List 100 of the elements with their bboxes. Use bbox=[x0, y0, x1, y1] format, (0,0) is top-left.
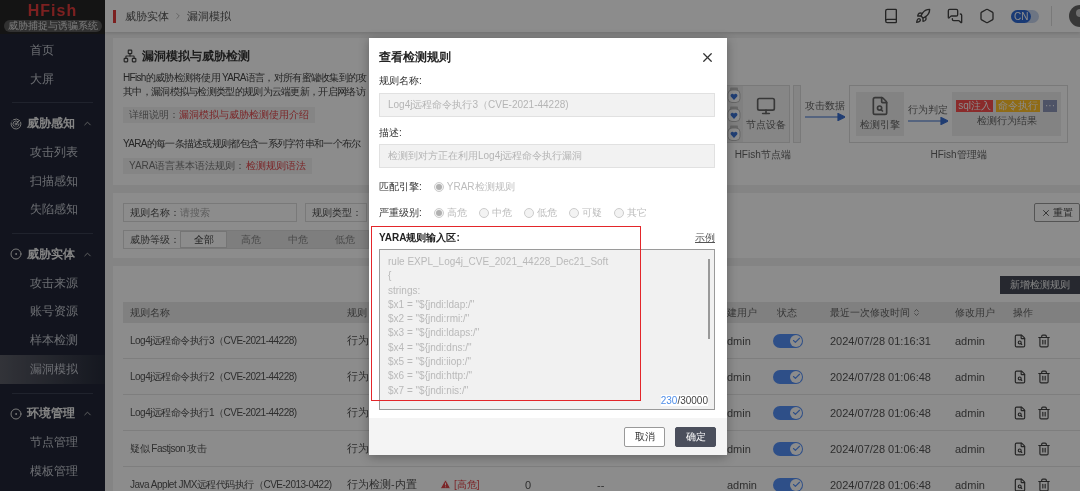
table-cell: 行为 bbox=[347, 369, 369, 384]
table-cell: admin bbox=[955, 406, 985, 419]
status-toggle[interactable] bbox=[773, 441, 803, 456]
table-cell: admin bbox=[955, 334, 985, 347]
flow-arrow bbox=[908, 117, 949, 125]
table-cell: dmin bbox=[727, 406, 751, 419]
field-label: YARA规则输入区: bbox=[379, 232, 460, 244]
close-icon bbox=[1041, 207, 1051, 218]
rule-type-select[interactable]: 规则类型： bbox=[305, 203, 367, 222]
cancel-button[interactable]: 取消 bbox=[624, 426, 665, 447]
column-header: 修改用户 bbox=[955, 305, 995, 320]
table-cell: 行为检测-内置 bbox=[347, 477, 417, 491]
table-cell: admin bbox=[955, 442, 985, 455]
check-icon bbox=[791, 408, 801, 417]
monitor-icon bbox=[756, 96, 777, 116]
description-text: HFish的威胁检测将使用 YARA语言，对所有蜜罐收集到的攻 bbox=[123, 72, 367, 84]
code-line: { bbox=[388, 269, 393, 284]
group-icon bbox=[10, 117, 22, 130]
level-option[interactable]: 全部 bbox=[180, 231, 227, 248]
result-tag: ··· bbox=[1043, 100, 1057, 112]
delete-icon[interactable] bbox=[1037, 405, 1051, 420]
field-label: 规则名称: bbox=[379, 75, 423, 87]
table-cell: 2024/07/28 01:06:48 bbox=[830, 406, 931, 419]
character-limit: /30000 bbox=[677, 395, 708, 406]
view-icon[interactable] bbox=[1013, 405, 1027, 420]
column-header: 操作 bbox=[1013, 305, 1033, 320]
syntax-link[interactable]: 检测规则语法 bbox=[245, 160, 306, 172]
reset-button[interactable]: 重置 bbox=[1034, 203, 1080, 222]
group-icon bbox=[10, 407, 22, 420]
view-icon[interactable] bbox=[1013, 441, 1027, 456]
nav-group[interactable]: 威胁实体 bbox=[0, 240, 105, 269]
sort-icon bbox=[912, 308, 921, 317]
chat-icon[interactable] bbox=[947, 8, 963, 24]
nav-item[interactable]: 模板管理 bbox=[0, 456, 105, 486]
view-icon[interactable] bbox=[1013, 477, 1027, 491]
nav-item[interactable]: 漏洞模拟 bbox=[0, 354, 105, 384]
delete-icon[interactable] bbox=[1037, 369, 1051, 384]
status-toggle[interactable] bbox=[773, 477, 803, 491]
status-toggle[interactable] bbox=[773, 369, 803, 384]
dialog-title: 查看检测规则 bbox=[379, 48, 451, 66]
character-count: 230 bbox=[660, 395, 678, 406]
table-cell-text: Log4j远程命令执行1（CVE-2021-44228) bbox=[129, 405, 297, 420]
table-cell: 行为 bbox=[347, 333, 369, 348]
column-header: 状态 bbox=[776, 305, 797, 320]
add-rule-button[interactable]: 新增检测规则 bbox=[1000, 276, 1080, 294]
breadcrumb-item[interactable]: 威胁实体 bbox=[125, 8, 169, 24]
table-cell: admin bbox=[955, 478, 985, 491]
table-cell-text: 0 bbox=[524, 478, 532, 491]
field-label: 匹配引擎: bbox=[379, 180, 422, 193]
flow-arrow bbox=[805, 113, 846, 121]
logo: HFish bbox=[27, 2, 78, 19]
language-toggle[interactable]: CN bbox=[1011, 9, 1039, 23]
check-icon bbox=[791, 444, 801, 453]
table-cell-text: 疑似 Fastjson 攻击 bbox=[129, 441, 207, 456]
table-cell-text: Java Applet JMX远程代码执行（CVE-2013-0422) bbox=[129, 477, 332, 491]
breadcrumb-marker bbox=[113, 9, 116, 23]
check-icon bbox=[791, 480, 801, 489]
rule-editor[interactable] bbox=[379, 249, 715, 410]
nav-item[interactable]: 账号资源 bbox=[0, 297, 105, 327]
nav-group[interactable]: 环境管理 bbox=[0, 399, 105, 429]
nav-group[interactable]: 威胁感知 bbox=[0, 109, 105, 139]
flow-label: 攻击数据 bbox=[805, 99, 846, 113]
filter-label: 规则名称： bbox=[130, 205, 180, 220]
group-icon bbox=[10, 248, 22, 261]
column-header: 规则 bbox=[347, 305, 367, 320]
table-cell-text: Log4j远程命令执行3（CVE-2021-44228) bbox=[129, 333, 297, 348]
result-label: 检测行为结果 bbox=[976, 114, 1037, 128]
table-cell: 行为 bbox=[347, 441, 369, 456]
nav-item[interactable]: 样本检测 bbox=[0, 326, 105, 355]
example-link[interactable]: 示例 bbox=[695, 232, 715, 244]
book-icon[interactable] bbox=[883, 8, 899, 24]
status-toggle[interactable] bbox=[773, 405, 803, 420]
nav-item[interactable]: 失陷感知 bbox=[0, 195, 105, 225]
usage-guide-link[interactable]: 漏洞模拟与威胁检测使用介绍 bbox=[179, 109, 309, 121]
view-icon[interactable] bbox=[1013, 333, 1027, 348]
table-cell: 2024/07/28 01:06:48 bbox=[830, 442, 931, 455]
delete-icon[interactable] bbox=[1037, 333, 1051, 348]
diagram-caption: HFish节点端 bbox=[734, 148, 791, 162]
flow-label: 行为判定 bbox=[908, 103, 949, 117]
column-header: 建用户 bbox=[727, 305, 757, 320]
filter-label: 威胁等级： bbox=[130, 232, 180, 247]
description-text: 其中，漏洞模拟与检测类型的规则为云端更新，开启网络访 bbox=[123, 86, 365, 98]
nav-item[interactable]: 攻击列表 bbox=[0, 138, 105, 167]
rocket-icon[interactable] bbox=[915, 8, 931, 24]
delete-icon[interactable] bbox=[1037, 477, 1051, 491]
table-cell: 行为 bbox=[347, 405, 369, 420]
nav-item[interactable]: 扫描感知 bbox=[0, 166, 105, 196]
table-cell: dmin bbox=[727, 334, 751, 347]
nav-item[interactable]: 攻击来源 bbox=[0, 268, 105, 298]
avatar-icon[interactable] bbox=[1068, 5, 1080, 27]
nav-item[interactable]: 首页 bbox=[0, 36, 105, 65]
table-cell-text: Log4j远程命令执行2（CVE-2021-44228) bbox=[129, 369, 297, 384]
status-toggle[interactable] bbox=[773, 333, 803, 348]
confirm-button[interactable]: 确定 bbox=[675, 426, 716, 447]
nav-item[interactable]: 大屏 bbox=[0, 64, 105, 94]
nav-item[interactable]: 节点管理 bbox=[0, 428, 105, 457]
delete-icon[interactable] bbox=[1037, 441, 1051, 456]
view-icon[interactable] bbox=[1013, 369, 1027, 384]
table-cell: 2024/07/28 01:06:48 bbox=[830, 370, 931, 383]
breadcrumb-item[interactable]: 漏洞模拟 bbox=[187, 8, 231, 24]
